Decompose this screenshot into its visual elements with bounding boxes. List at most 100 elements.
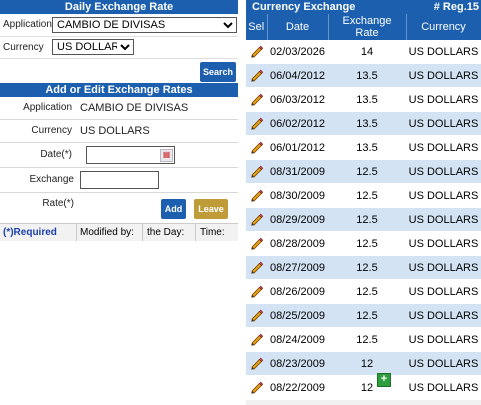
row-edit-cell[interactable] [246, 207, 267, 232]
currency-cell: US DOLLARS [406, 231, 481, 256]
exchange-rate-cell: 13.5 [328, 87, 406, 112]
exchange-rate-table: Sel Date Exchange Rate Currency 02/03/20… [246, 14, 481, 400]
date-cell: 08/26/2009 [267, 279, 328, 304]
row-edit-cell[interactable] [246, 231, 267, 256]
currency-cell: US DOLLARS [406, 159, 481, 184]
table-row[interactable]: 08/29/2009 12.5 US DOLLARS [246, 207, 481, 232]
currency-cell: US DOLLARS [406, 303, 481, 328]
required-note: (*)Required [3, 227, 57, 238]
editor-date-row: Date(*) ▦ [0, 143, 238, 168]
row-edit-cell[interactable] [246, 159, 267, 184]
pencil-icon[interactable] [250, 117, 264, 131]
currency-cell: US DOLLARS [406, 207, 481, 232]
exchange-rate-cell: 13.5 [328, 135, 406, 160]
exchange-rate-cell: 12.5 [328, 303, 406, 328]
currency-cell: US DOLLARS [406, 375, 481, 400]
row-edit-cell[interactable] [246, 87, 267, 112]
row-edit-cell[interactable] [246, 63, 267, 88]
date-cell: 08/24/2009 [267, 327, 328, 352]
date-cell: 08/28/2009 [267, 231, 328, 256]
currency-cell: US DOLLARS [406, 255, 481, 280]
currency-filter-row: Currency US DOLLARS [0, 37, 238, 59]
currency-cell: US DOLLARS [406, 87, 481, 112]
currency-select[interactable]: US DOLLARS [52, 39, 134, 55]
row-edit-cell[interactable] [246, 111, 267, 136]
row-edit-cell[interactable] [246, 351, 267, 376]
leave-button[interactable]: Leave [194, 199, 228, 219]
application-filter-label: Application [3, 19, 52, 30]
table-row[interactable]: 08/30/2009 12.5 US DOLLARS [246, 183, 481, 208]
table-row[interactable]: 02/03/2026 14 US DOLLARS [246, 40, 481, 64]
pencil-icon[interactable] [250, 333, 264, 347]
pencil-icon[interactable] [250, 69, 264, 83]
row-edit-cell[interactable] [246, 279, 267, 304]
editor-application-label: Application [23, 102, 72, 113]
footer-divider [76, 224, 77, 241]
application-filter-row: Application CAMBIO DE DIVISAS [0, 14, 238, 37]
row-edit-cell[interactable] [246, 327, 267, 352]
date-cell: 06/01/2012 [267, 135, 328, 160]
pencil-icon[interactable] [250, 261, 264, 275]
exchange-rate-cell: 14 [328, 40, 406, 64]
record-count: # Reg.15 [433, 1, 479, 13]
calendar-icon[interactable]: ▦ [160, 149, 173, 162]
row-edit-cell[interactable] [246, 183, 267, 208]
table-row[interactable]: 08/31/2009 12.5 US DOLLARS [246, 159, 481, 184]
currency-cell: US DOLLARS [406, 40, 481, 64]
audit-footer: (*)Required Modified by: the Day: Time: [0, 223, 238, 241]
editor-actions-row: Add Leave [0, 193, 238, 223]
date-input[interactable]: ▦ [86, 146, 175, 164]
column-header-date[interactable]: Date [267, 14, 329, 40]
modified-by-label: Modified by: [80, 227, 134, 238]
pencil-icon[interactable] [250, 45, 264, 59]
column-header-sel: Sel [246, 14, 268, 40]
search-button[interactable]: Search [200, 62, 236, 82]
pencil-icon[interactable] [250, 189, 264, 203]
table-row[interactable]: 06/02/2012 13.5 US DOLLARS [246, 111, 481, 136]
pencil-icon[interactable] [250, 237, 264, 251]
row-edit-cell[interactable] [246, 255, 267, 280]
table-row[interactable]: 06/01/2012 13.5 US DOLLARS [246, 135, 481, 160]
application-select[interactable]: CAMBIO DE DIVISAS [52, 17, 237, 33]
table-row[interactable]: 06/03/2012 13.5 US DOLLARS [246, 87, 481, 112]
row-edit-cell[interactable] [246, 375, 267, 400]
pencil-icon[interactable] [250, 165, 264, 179]
exchange-rate-cell: 12.5 [328, 279, 406, 304]
date-cell: 08/31/2009 [267, 159, 328, 184]
row-edit-cell[interactable] [246, 303, 267, 328]
table-row[interactable]: 08/28/2009 12.5 US DOLLARS [246, 231, 481, 256]
the-day-label: the Day: [147, 227, 185, 238]
pencil-icon[interactable] [250, 93, 264, 107]
add-button[interactable]: Add [161, 199, 186, 219]
table-row[interactable]: 06/04/2012 13.5 US DOLLARS [246, 63, 481, 88]
filter-panel-title: Daily Exchange Rate [0, 0, 238, 14]
table-row[interactable]: 08/26/2009 12.5 US DOLLARS [246, 279, 481, 304]
pencil-icon[interactable] [250, 309, 264, 323]
plus-icon[interactable]: + [377, 373, 391, 387]
table-row[interactable]: 08/23/2009 12 US DOLLARS [246, 351, 481, 376]
date-cell: 06/02/2012 [267, 111, 328, 136]
table-header-row: Sel Date Exchange Rate Currency [246, 14, 481, 40]
exchange-rate-cell: 12.5 [328, 183, 406, 208]
exchange-rate-cell: 12.5 [328, 159, 406, 184]
pencil-icon[interactable] [250, 381, 264, 395]
exchange-rate-input[interactable] [80, 171, 159, 189]
exchange-rate-cell: 12.5 [328, 207, 406, 232]
column-header-exchange-rate[interactable]: Exchange Rate [328, 14, 407, 40]
pencil-icon[interactable] [250, 213, 264, 227]
column-header-currency[interactable]: Currency [406, 14, 481, 40]
table-row[interactable]: 08/22/2009 12 US DOLLARS [246, 375, 481, 400]
exchange-rate-cell: 12 [328, 375, 406, 400]
exchange-rate-cell: 12 [328, 351, 406, 376]
currency-exchange-grid-panel: Currency Exchange # Reg.15 Sel Date Exch… [246, 0, 481, 405]
pencil-icon[interactable] [250, 141, 264, 155]
currency-cell: US DOLLARS [406, 63, 481, 88]
row-edit-cell[interactable] [246, 40, 267, 64]
pencil-icon[interactable] [250, 285, 264, 299]
table-row[interactable]: 08/25/2009 12.5 US DOLLARS [246, 303, 481, 328]
pencil-icon[interactable] [250, 357, 264, 371]
table-row[interactable]: 08/27/2009 12.5 US DOLLARS [246, 255, 481, 280]
table-body: 02/03/2026 14 US DOLLARS 06/04/2012 13.5 US D… [246, 40, 481, 400]
row-edit-cell[interactable] [246, 135, 267, 160]
table-row[interactable]: 08/24/2009 12.5 US DOLLARS [246, 327, 481, 352]
